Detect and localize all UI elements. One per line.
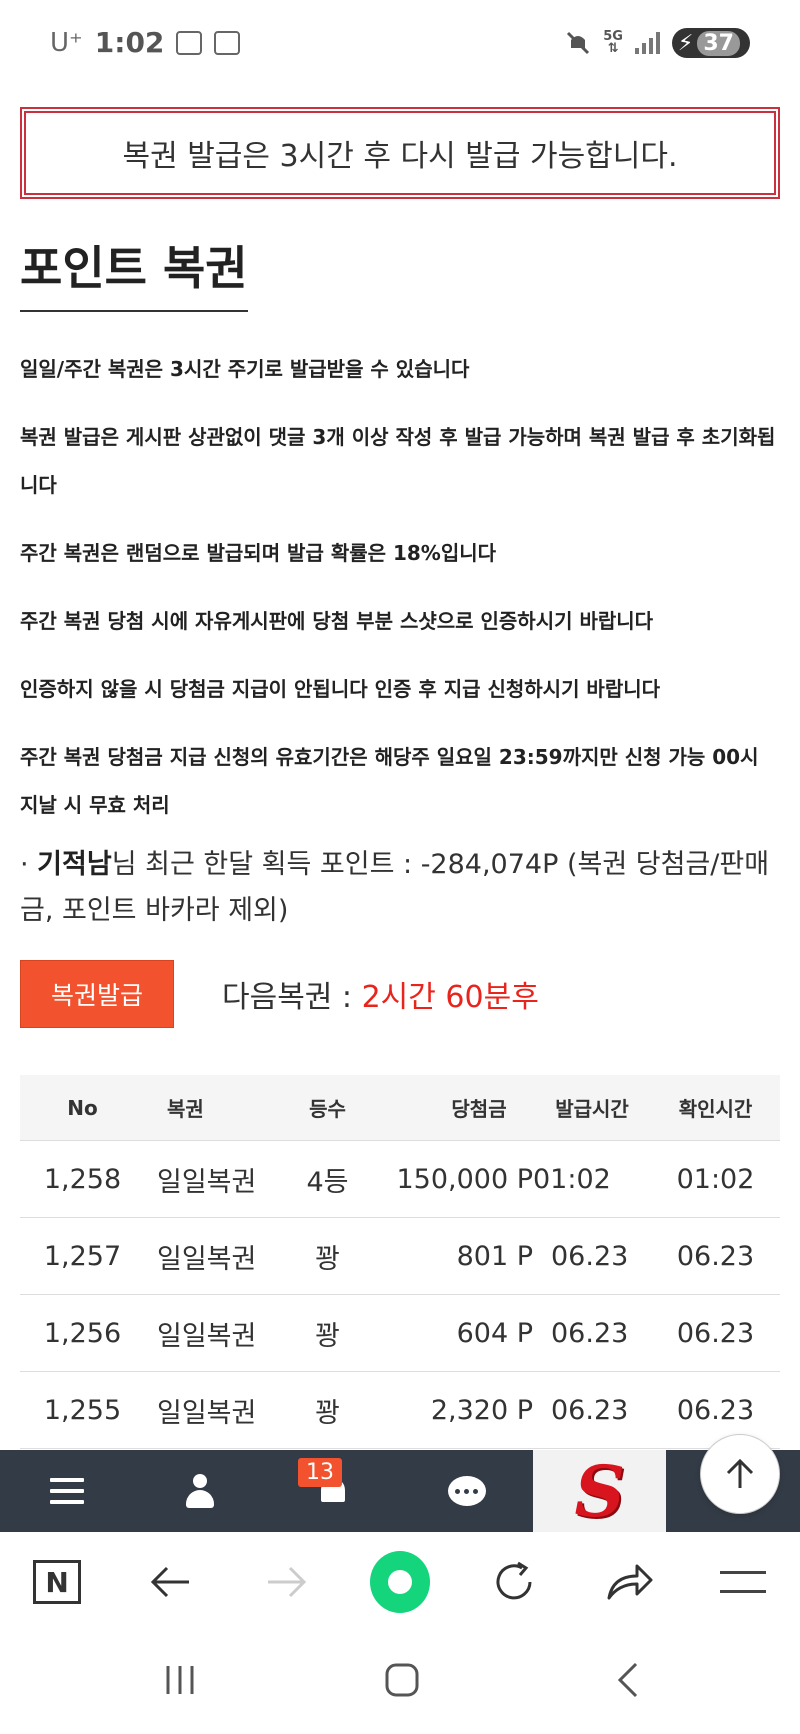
status-bar: U⁺ 1:02 5G ⇅ ⚡ 37 <box>0 0 800 90</box>
row-no: 1,256 <box>43 1317 122 1349</box>
issue-lottery-button[interactable]: 복권발급 <box>20 960 174 1028</box>
arrow-up-icon <box>726 1458 754 1488</box>
nav-site-logo[interactable]: S <box>533 1449 667 1533</box>
table-row[interactable]: 1,257 일일복권 꽝 801 P 06.23 06.23 <box>20 1218 780 1295</box>
share-button[interactable] <box>599 1552 659 1612</box>
network-type-icon: 5G ⇅ <box>603 29 623 56</box>
row-issued: 06.23 <box>551 1394 629 1426</box>
arrow-left-icon <box>151 1566 190 1598</box>
notice-banner: 복권 발급은 3시간 후 다시 발급 가능합니다. <box>20 107 780 199</box>
home-button[interactable] <box>382 1660 422 1704</box>
points-text: 님 최근 한달 획득 포인트 : -284,074P (복권 당첨금/판매금, … <box>20 849 770 926</box>
row-grade: 꽝 <box>315 1397 340 1429</box>
share-icon <box>607 1564 653 1600</box>
user-icon <box>185 1474 215 1508</box>
site-bottom-nav: S <box>0 1449 800 1533</box>
row-grade: 꽝 <box>315 1243 340 1275</box>
rule-item: 주간 복권 당첨 시에 자유게시판에 당첨 부분 스샷으로 인증하시기 바랍니다 <box>20 609 654 633</box>
system-nav-bar <box>0 1632 800 1734</box>
notice-text: 복권 발급은 3시간 후 다시 발급 가능합니다. <box>122 139 678 174</box>
green-dot-button[interactable] <box>369 1551 430 1613</box>
nav-menu[interactable] <box>0 1450 133 1532</box>
scroll-top-button[interactable] <box>700 1434 780 1514</box>
recent-apps-button[interactable] <box>160 1660 200 1704</box>
next-lottery-label: 다음복권 : <box>222 980 362 1015</box>
page-title: 포인트 복권 <box>20 232 248 312</box>
header-amount: 당첨금 <box>451 1097 507 1121</box>
row-name: 일일복권 <box>157 1243 257 1275</box>
charging-icon: ⚡ <box>677 30 694 56</box>
screenshot-icon <box>176 30 203 55</box>
naver-n-icon: N <box>33 1560 82 1604</box>
bullet: · <box>20 849 38 880</box>
notification-badge: 13 <box>298 1458 342 1487</box>
forward-button[interactable] <box>256 1552 316 1612</box>
row-amount: 801 P <box>456 1240 533 1272</box>
reload-icon <box>496 1561 532 1600</box>
recent-apps-icon <box>166 1666 194 1694</box>
row-checked: 01:02 <box>676 1163 755 1195</box>
battery-level: 37 <box>697 30 740 56</box>
nav-chat[interactable] <box>400 1450 533 1532</box>
browser-toolbar: N <box>0 1532 800 1632</box>
arrow-right-icon <box>267 1566 306 1598</box>
row-checked: 06.23 <box>676 1240 755 1272</box>
rule-item: 복권 발급은 게시판 상관없이 댓글 3개 이상 작성 후 발급 가능하며 복권… <box>20 425 776 497</box>
battery-indicator: ⚡ 37 <box>671 28 750 58</box>
username: 기적남 <box>37 849 112 880</box>
hamburger-icon <box>49 1478 84 1504</box>
mute-icon <box>567 31 590 55</box>
header-grade: 등수 <box>309 1097 346 1121</box>
row-amount: 150,000 P <box>396 1163 533 1195</box>
row-name: 일일복권 <box>157 1397 257 1429</box>
rule-item: 인증하지 않을 시 당첨금 지급이 안됩니다 인증 후 지급 신청하시기 바랍니… <box>20 677 661 701</box>
row-name: 일일복권 <box>157 1320 257 1352</box>
carrier-label: U⁺ <box>50 27 83 58</box>
rules-list: 일일/주간 복권은 3시간 주기로 발급받을 수 있습니다 복권 발급은 게시판… <box>20 345 780 849</box>
row-amount: 2,320 P <box>430 1394 533 1426</box>
row-amount: 604 P <box>456 1317 533 1349</box>
row-issued: 01:02 <box>533 1163 611 1195</box>
home-icon <box>385 1663 419 1697</box>
row-no: 1,255 <box>43 1394 122 1426</box>
table-row[interactable]: 1,255 일일복권 꽝 2,320 P 06.23 06.23 <box>20 1372 780 1449</box>
row-issued: 06.23 <box>551 1317 629 1349</box>
nav-profile[interactable] <box>133 1450 266 1532</box>
table-row[interactable]: 1,256 일일복권 꽝 604 P 06.23 06.23 <box>20 1295 780 1372</box>
next-lottery-value: 2시간 60분후 <box>361 980 539 1015</box>
header-no: No <box>67 1095 98 1120</box>
row-grade: 꽝 <box>315 1320 340 1352</box>
header-checked: 확인시간 <box>678 1097 753 1121</box>
menu-icon <box>719 1571 766 1593</box>
site-logo: S <box>574 1449 626 1533</box>
row-no: 1,257 <box>43 1240 122 1272</box>
points-summary: · 기적남님 최근 한달 획득 포인트 : -284,074P (복권 당첨금/… <box>20 842 780 934</box>
lottery-table: No 복권 등수 당첨금 발급시간 확인시간 1,258 일일복권 4등 150… <box>20 1075 780 1449</box>
row-no: 1,258 <box>43 1163 122 1195</box>
chat-icon <box>447 1476 486 1506</box>
next-lottery-timer: 다음복권 : 2시간 60분후 <box>222 972 539 1016</box>
naver-home-button[interactable]: N <box>27 1552 87 1612</box>
clock: 1:02 <box>94 26 165 59</box>
row-grade: 4등 <box>306 1166 349 1198</box>
rule-item: 주간 복권은 랜덤으로 발급되며 발급 확률은 18%입니다 <box>20 541 497 565</box>
row-checked: 06.23 <box>676 1394 755 1426</box>
table-header: No 복권 등수 당첨금 발급시간 확인시간 <box>20 1075 780 1141</box>
header-issued: 발급시간 <box>555 1097 629 1121</box>
reload-button[interactable] <box>484 1552 544 1612</box>
calendar-icon <box>214 30 241 55</box>
back-button[interactable] <box>141 1552 201 1612</box>
chevron-left-icon <box>617 1662 638 1698</box>
browser-menu-button[interactable] <box>713 1552 773 1612</box>
row-issued: 06.23 <box>551 1240 629 1272</box>
signal-icon <box>634 32 660 54</box>
green-dot-icon <box>369 1551 430 1613</box>
system-back-button[interactable] <box>608 1660 648 1704</box>
header-name: 복권 <box>167 1097 204 1121</box>
row-checked: 06.23 <box>676 1317 755 1349</box>
rule-item: 일일/주간 복권은 3시간 주기로 발급받을 수 있습니다 <box>20 357 470 381</box>
row-name: 일일복권 <box>157 1166 257 1198</box>
table-row[interactable]: 1,258 일일복권 4등 150,000 P 01:02 01:02 <box>20 1141 780 1218</box>
rule-item: 주간 복권 당첨금 지급 신청의 유효기간은 해당주 일요일 23:59까지만 … <box>20 745 759 817</box>
